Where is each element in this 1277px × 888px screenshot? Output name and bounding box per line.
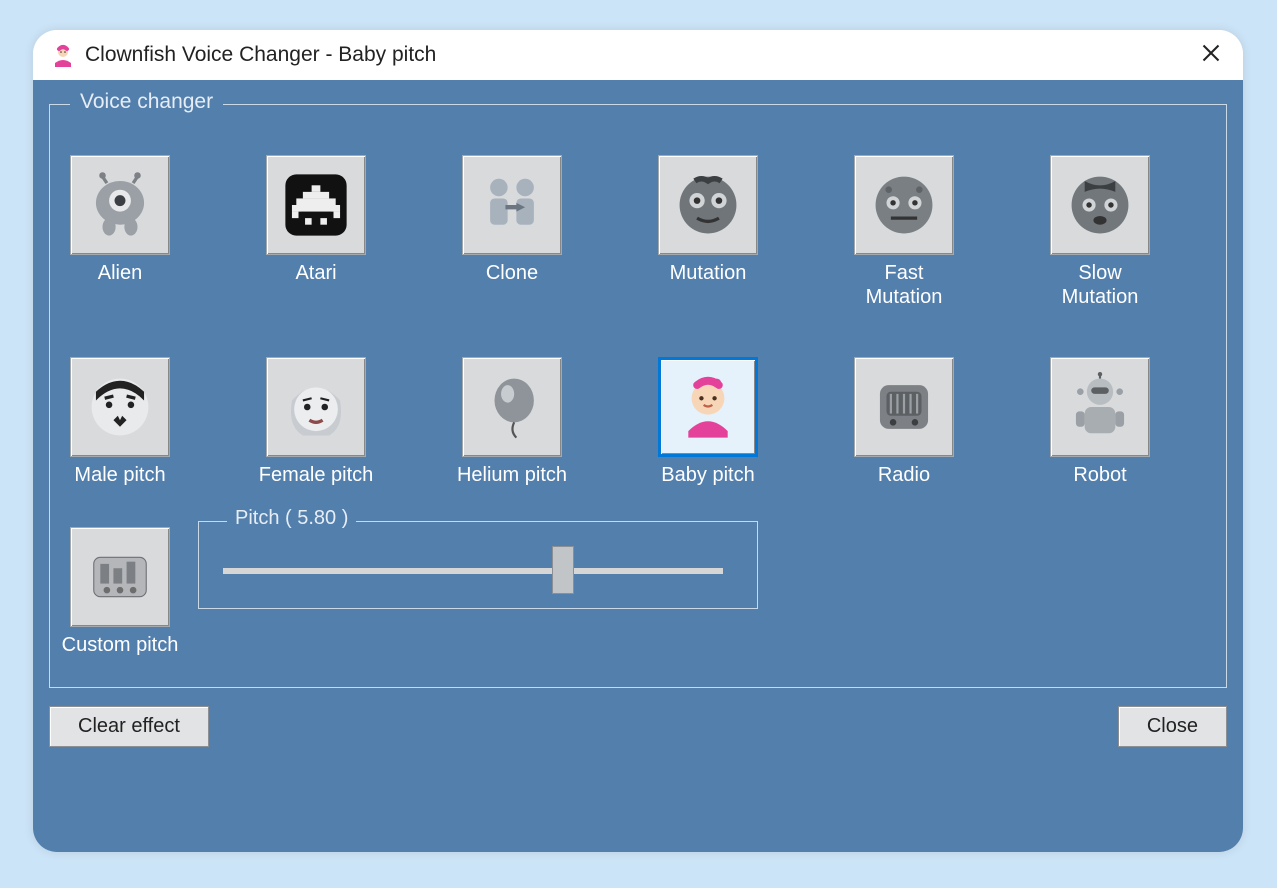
voice-label: Alien <box>50 261 190 285</box>
clear-effect-button[interactable]: Clear effect <box>49 706 209 747</box>
pitch-slider-thumb[interactable] <box>552 546 574 594</box>
voice-label: Female pitch <box>246 463 386 487</box>
alien-icon <box>70 155 170 255</box>
custom-row: Custom pitch Pitch ( 5.80 ) <box>70 527 1206 657</box>
window-title: Clownfish Voice Changer - Baby pitch <box>85 43 1197 67</box>
app-icon <box>51 43 75 67</box>
voice-label: Helium pitch <box>442 463 582 487</box>
voice-label: Atari <box>246 261 386 285</box>
voice-label: Clone <box>442 261 582 285</box>
voice-label: Slow Mutation <box>1030 261 1170 309</box>
voice-label: Male pitch <box>50 463 190 487</box>
voice-label: Radio <box>834 463 974 487</box>
voice-item-mutation[interactable]: Mutation <box>658 155 758 309</box>
voice-item-fast-mutation[interactable]: Fast Mutation <box>854 155 954 309</box>
voice-label: Fast Mutation <box>834 261 974 309</box>
radio-icon <box>854 357 954 457</box>
robot-icon <box>1050 357 1150 457</box>
close-button[interactable]: Close <box>1118 706 1227 747</box>
voice-item-custom-pitch[interactable]: Custom pitch <box>70 527 170 657</box>
voice-item-alien[interactable]: Alien <box>70 155 170 309</box>
voice-item-robot[interactable]: Robot <box>1050 357 1150 487</box>
helium-pitch-icon <box>462 357 562 457</box>
voice-label: Baby pitch <box>638 463 778 487</box>
client-area: Voice changer Alien Atari Clone <box>33 80 1243 852</box>
clone-icon <box>462 155 562 255</box>
voice-item-helium-pitch[interactable]: Helium pitch <box>462 357 562 487</box>
app-window: Clownfish Voice Changer - Baby pitch Voi… <box>33 30 1243 852</box>
custom-pitch-icon <box>70 527 170 627</box>
voice-item-clone[interactable]: Clone <box>462 155 562 309</box>
voice-grid: Alien Atari Clone Mutation Fast Mutation <box>70 155 1206 487</box>
mutation-icon <box>658 155 758 255</box>
voice-item-male-pitch[interactable]: Male pitch <box>70 357 170 487</box>
bottom-buttons: Clear effect Close <box>49 706 1227 747</box>
groupbox-label: Voice changer <box>70 90 223 114</box>
custom-pitch-label: Custom pitch <box>50 633 190 657</box>
titlebar: Clownfish Voice Changer - Baby pitch <box>33 30 1243 80</box>
voice-item-baby-pitch[interactable]: Baby pitch <box>658 357 758 487</box>
voice-item-radio[interactable]: Radio <box>854 357 954 487</box>
female-pitch-icon <box>266 357 366 457</box>
fast-mutation-icon <box>854 155 954 255</box>
voice-label: Mutation <box>638 261 778 285</box>
slow-mutation-icon <box>1050 155 1150 255</box>
baby-pitch-icon <box>658 357 758 457</box>
pitch-groupbox: Pitch ( 5.80 ) <box>198 521 758 609</box>
voice-changer-groupbox: Voice changer Alien Atari Clone <box>49 104 1227 688</box>
close-icon[interactable] <box>1197 39 1225 72</box>
voice-label: Robot <box>1030 463 1170 487</box>
pitch-label: Pitch ( 5.80 ) <box>227 507 356 530</box>
male-pitch-icon <box>70 357 170 457</box>
atari-icon <box>266 155 366 255</box>
voice-item-atari[interactable]: Atari <box>266 155 366 309</box>
voice-item-slow-mutation[interactable]: Slow Mutation <box>1050 155 1150 309</box>
voice-item-female-pitch[interactable]: Female pitch <box>266 357 366 487</box>
pitch-slider[interactable] <box>223 568 723 574</box>
